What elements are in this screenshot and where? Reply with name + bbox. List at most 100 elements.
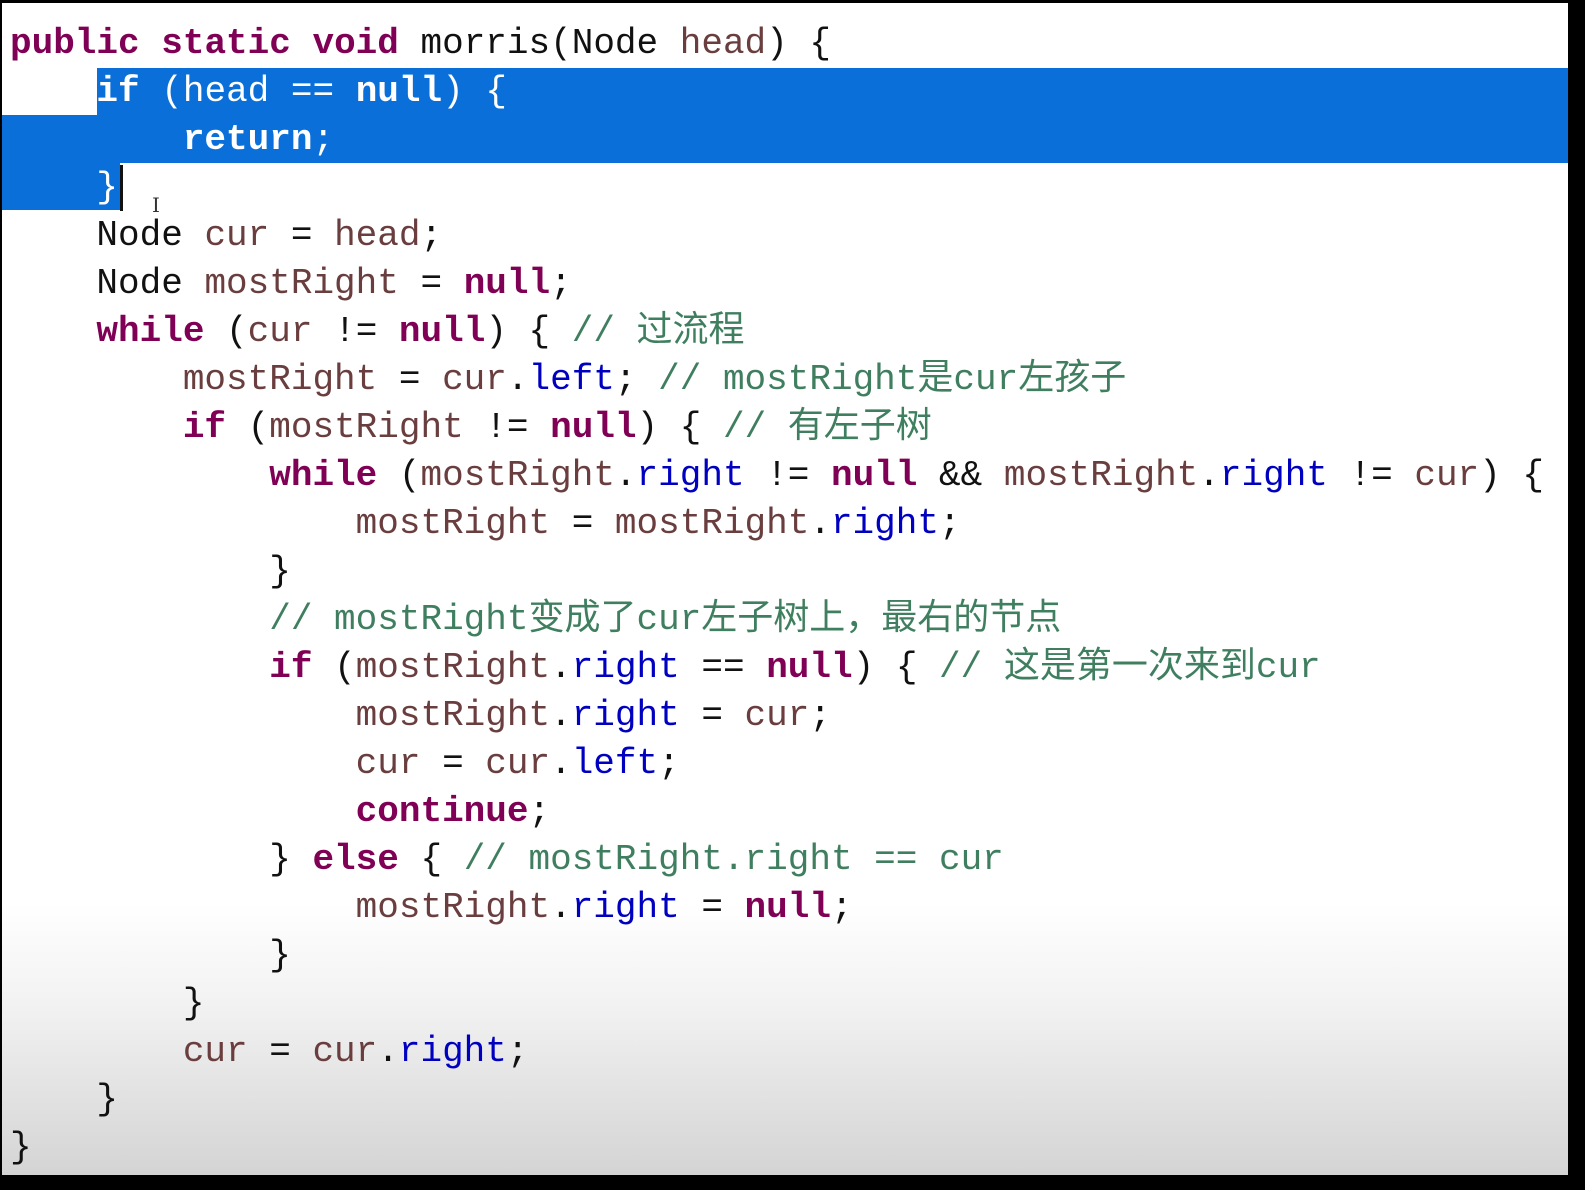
code-line[interactable]: Node cur = head; xyxy=(10,212,1544,260)
code-line[interactable]: if (mostRight.right == null) { // 这是第一次来… xyxy=(10,644,1544,692)
code-token: } xyxy=(10,167,119,208)
field-token: right xyxy=(830,503,939,544)
code-line[interactable]: cur = cur.right; xyxy=(10,1028,1544,1076)
code-token: = xyxy=(679,695,745,736)
i-beam-cursor-icon: I xyxy=(152,193,160,217)
code-line[interactable]: mostRight.right = null; xyxy=(10,884,1544,932)
keyword-token: if xyxy=(269,647,313,688)
code-token: = xyxy=(377,359,443,400)
field-token: right xyxy=(571,647,680,688)
variable-token: mostRight xyxy=(355,503,551,544)
keyword-token: null xyxy=(744,887,831,928)
code-line[interactable]: while (mostRight.right != null && mostRi… xyxy=(10,452,1544,500)
variable-token: cur xyxy=(312,1031,378,1072)
keyword-token: void xyxy=(312,23,399,64)
code-line[interactable]: continue; xyxy=(10,788,1544,836)
code-line[interactable]: if (head == null) { xyxy=(10,68,1544,116)
code-token: Node xyxy=(10,263,205,304)
code-token: ( xyxy=(204,311,248,352)
field-token: left xyxy=(528,359,615,400)
code-token: == xyxy=(269,71,356,112)
variable-token: cur xyxy=(485,743,551,784)
code-token: } xyxy=(10,1127,32,1168)
comment-token: // mostRight.right == cur xyxy=(463,839,1004,880)
code-line[interactable]: } xyxy=(10,1124,1544,1172)
code-line[interactable]: } xyxy=(10,548,1544,596)
variable-token: cur xyxy=(247,311,313,352)
keyword-token: else xyxy=(312,839,399,880)
keyword-token: while xyxy=(96,311,205,352)
variable-token: head xyxy=(334,215,421,256)
code-token: } xyxy=(10,1079,119,1120)
code-line[interactable]: mostRight = mostRight.right; xyxy=(10,500,1544,548)
variable-token: head xyxy=(182,71,270,112)
code-token: . xyxy=(377,1031,399,1072)
keyword-token: public xyxy=(10,23,140,64)
code-line[interactable]: while (cur != null) { // 过流程 xyxy=(10,308,1544,356)
code-token: } xyxy=(10,983,205,1024)
code-line[interactable]: public static void morris(Node head) { xyxy=(10,20,1544,68)
code-token: . xyxy=(809,503,831,544)
variable-token: mostRight xyxy=(355,647,551,688)
code-token: ( xyxy=(226,407,270,448)
field-token: right xyxy=(571,887,680,928)
code-lines[interactable]: public static void morris(Node head) { i… xyxy=(10,20,1544,1172)
variable-token: cur xyxy=(442,359,507,400)
keyword-token: null xyxy=(550,407,637,448)
code-line[interactable]: } xyxy=(10,1076,1544,1124)
code-token: ; xyxy=(830,887,853,928)
code-token: = xyxy=(420,743,486,784)
code-token: ; xyxy=(312,119,335,160)
code-line[interactable]: } xyxy=(10,932,1544,980)
code-token: . xyxy=(550,887,572,928)
keyword-token: while xyxy=(269,455,378,496)
code-line[interactable]: } xyxy=(10,164,1544,212)
variable-token: mostRight xyxy=(269,407,464,448)
keyword-token: null xyxy=(831,455,918,496)
code-token: morris(Node xyxy=(398,23,680,64)
variable-token: cur xyxy=(204,215,270,256)
keyword-token: if xyxy=(96,71,140,112)
code-line[interactable]: if (mostRight != null) { // 有左子树 xyxy=(10,404,1544,452)
code-line[interactable]: } xyxy=(10,980,1544,1028)
code-token: ) { xyxy=(636,407,723,448)
variable-token: mostRight xyxy=(355,695,551,736)
code-token: ; xyxy=(658,743,680,784)
code-token: ) { xyxy=(852,647,940,688)
code-line[interactable]: return; xyxy=(10,116,1544,164)
code-token: . xyxy=(550,743,572,784)
code-token: { xyxy=(398,839,464,880)
code-line[interactable]: // mostRight变成了cur左子树上，最右的节点 xyxy=(10,596,1544,644)
code-token: == xyxy=(679,647,767,688)
code-line[interactable]: } else { // mostRight.right == cur xyxy=(10,836,1544,884)
code-line[interactable]: mostRight.right = cur; xyxy=(10,692,1544,740)
keyword-token: static xyxy=(161,23,291,64)
code-token: } xyxy=(10,551,291,592)
keyword-token: null xyxy=(463,263,551,304)
code-token: . xyxy=(550,695,572,736)
code-line[interactable]: Node mostRight = null; xyxy=(10,260,1544,308)
code-token: ( xyxy=(139,71,183,112)
code-token: = xyxy=(550,503,615,544)
code-line[interactable]: cur = cur.left; xyxy=(10,740,1544,788)
comment-token: // mostRight变成了cur左子树上，最右的节点 xyxy=(269,599,1062,640)
code-token: = xyxy=(247,1031,313,1072)
field-token: right xyxy=(398,1031,507,1072)
code-token: ; xyxy=(938,503,961,544)
comment-token: // mostRight是cur左孩子 xyxy=(658,359,1127,400)
variable-token: mostRight xyxy=(614,503,810,544)
code-editor[interactable]: public static void morris(Node head) { i… xyxy=(2,3,1568,1175)
keyword-token: null xyxy=(355,71,443,112)
code-line[interactable]: mostRight = cur.left; // mostRight是cur左孩… xyxy=(10,356,1544,404)
code-token: . xyxy=(550,647,572,688)
field-token: right xyxy=(571,695,680,736)
